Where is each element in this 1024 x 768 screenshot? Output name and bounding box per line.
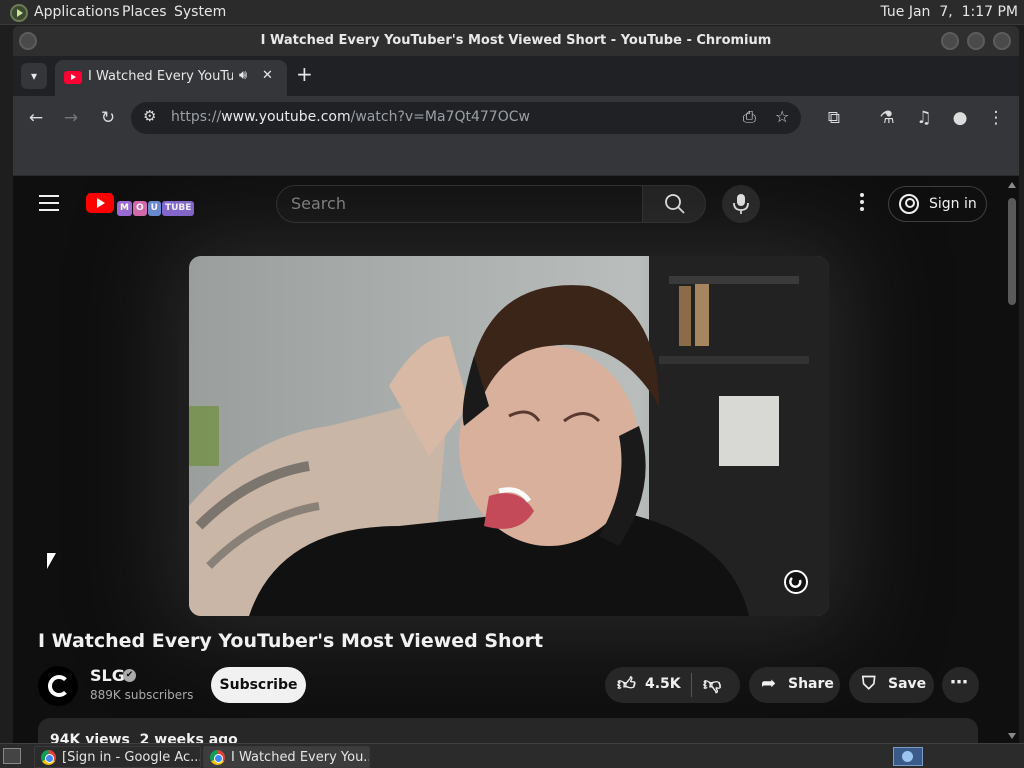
window-titlebar[interactable]: I Watched Every YouTuber's Most Viewed S… <box>13 26 1019 56</box>
bookmark-icon: ⛉ <box>862 673 876 694</box>
youtube-favicon-icon <box>64 71 82 84</box>
reload-icon[interactable]: ↻ <box>96 106 120 130</box>
back-arrow-icon[interactable]: ← <box>24 106 48 130</box>
search-input[interactable] <box>291 194 621 213</box>
bookmark-star-icon[interactable]: ☆ <box>775 107 789 126</box>
more-horizontal-icon: ⋯ <box>950 672 968 693</box>
media-controls-icon[interactable]: ♫ <box>912 106 936 130</box>
new-tab-button[interactable]: + <box>296 62 313 86</box>
save-button[interactable]: ⛉ Save <box>849 667 934 703</box>
channel-avatar[interactable] <box>38 666 78 706</box>
address-bar[interactable]: ⚙ https://www.youtube.com/watch?v=Ma7Qt4… <box>131 102 801 134</box>
share-label: Share <box>788 676 834 692</box>
settings-kebab-icon[interactable] <box>852 193 872 215</box>
channel-name[interactable]: SLG <box>90 666 125 685</box>
forward-arrow-icon[interactable]: → <box>59 106 83 130</box>
subscriber-count: 889K subscribers <box>90 688 194 702</box>
tab-strip: ▾ I Watched Every YouTube 🔊︎ ✕ + <box>13 56 1019 96</box>
install-app-icon[interactable]: ⎙ <box>743 107 756 127</box>
more-actions-button[interactable]: ⋯ <box>942 667 979 703</box>
taskbar-item-youtube[interactable]: I Watched Every You... <box>203 746 370 768</box>
video-frame <box>189 256 829 616</box>
video-player[interactable] <box>189 256 829 616</box>
minimize-button[interactable] <box>941 32 959 50</box>
thumbs-down-icon[interactable]: 👎︎ <box>703 673 721 695</box>
site-info-icon[interactable]: ⚙ <box>143 107 156 125</box>
search-icon <box>665 194 685 214</box>
url-text[interactable]: https://www.youtube.com/watch?v=Ma7Qt477… <box>171 109 530 125</box>
scroll-down-arrow-icon[interactable] <box>1008 733 1016 739</box>
window-menu-button[interactable] <box>19 32 37 50</box>
show-desktop-icon[interactable] <box>3 748 21 764</box>
close-window-button[interactable] <box>993 32 1011 50</box>
scrollbar-thumb[interactable] <box>1008 198 1016 305</box>
bottom-taskbar: [Sign in - Google Ac... I Watched Every … <box>0 743 1024 768</box>
save-label: Save <box>888 676 927 692</box>
youtube-doodle-wordmark[interactable]: M O U TUBE <box>117 195 195 216</box>
youtube-logo-icon[interactable] <box>86 193 114 213</box>
verified-check-icon: ✔ <box>123 669 136 682</box>
chevron-down-icon: ▾ <box>30 69 38 83</box>
tab-title: I Watched Every YouTube <box>88 69 233 84</box>
workspace-switcher-icon[interactable] <box>893 747 923 766</box>
hamburger-menu-icon[interactable] <box>39 195 59 211</box>
microphone-icon <box>733 194 749 214</box>
thumbs-up-icon[interactable]: 👍︎ <box>617 673 636 695</box>
profile-icon[interactable]: ● <box>948 106 972 130</box>
distro-logo-icon[interactable] <box>10 4 28 22</box>
maximize-button[interactable] <box>967 32 985 50</box>
browser-toolbar: ← → ↻ ⚙ https://www.youtube.com/watch?v=… <box>13 96 1019 140</box>
video-title: I Watched Every YouTuber's Most Viewed S… <box>38 630 544 652</box>
chromium-icon <box>41 750 56 765</box>
browser-menu-icon[interactable]: ⋮ <box>984 106 1008 130</box>
account-icon <box>899 194 919 214</box>
tab-search-button[interactable]: ▾ <box>21 63 47 89</box>
mouse-pointer <box>47 553 56 569</box>
sign-in-button[interactable]: Sign in <box>888 186 987 222</box>
places-menu[interactable]: Places <box>122 0 167 25</box>
subscribe-button[interactable]: Subscribe <box>211 667 306 703</box>
youtube-page: MOUTUBE Sign in <box>13 176 1019 743</box>
tab-youtube-video[interactable]: I Watched Every YouTube 🔊︎ ✕ <box>55 60 287 96</box>
window-title: I Watched Every YouTuber's Most Viewed S… <box>260 33 772 48</box>
share-button[interactable]: ➦ Share <box>749 667 840 703</box>
description-box[interactable]: 94K views 2 weeks ago <box>38 718 978 743</box>
sign-in-label: Sign in <box>929 196 977 212</box>
speaker-icon[interactable]: 🔊︎ <box>239 68 247 83</box>
top-panel: Applications Places System Tue Jan 7, 1:… <box>0 0 1024 25</box>
search-button[interactable] <box>642 185 706 223</box>
like-dislike-group: 👍︎ 4.5K 👎︎ <box>605 667 740 703</box>
chromium-icon <box>210 750 225 765</box>
system-menu[interactable]: System <box>174 0 226 25</box>
extensions-icon[interactable]: ⧉ <box>822 106 846 130</box>
view-count-date: 94K views 2 weeks ago <box>50 732 238 743</box>
bookmarks-bar <box>13 140 1019 176</box>
tab-close-icon[interactable]: ✕ <box>262 68 273 83</box>
clock[interactable]: Tue Jan 7, 1:17 PM <box>880 0 1018 25</box>
labs-flask-icon[interactable]: ⚗ <box>875 106 899 130</box>
taskbar-item-google-signin[interactable]: [Sign in - Google Ac... <box>34 746 201 768</box>
share-arrow-icon: ➦ <box>761 673 777 694</box>
like-divider <box>691 673 692 697</box>
scroll-up-arrow-icon[interactable] <box>1008 182 1016 188</box>
like-count[interactable]: 4.5K <box>645 676 681 692</box>
voice-search-button[interactable] <box>722 185 760 223</box>
search-field[interactable] <box>276 185 642 223</box>
applications-menu[interactable]: Applications <box>34 0 120 25</box>
page-scrollbar[interactable] <box>1006 182 1018 743</box>
